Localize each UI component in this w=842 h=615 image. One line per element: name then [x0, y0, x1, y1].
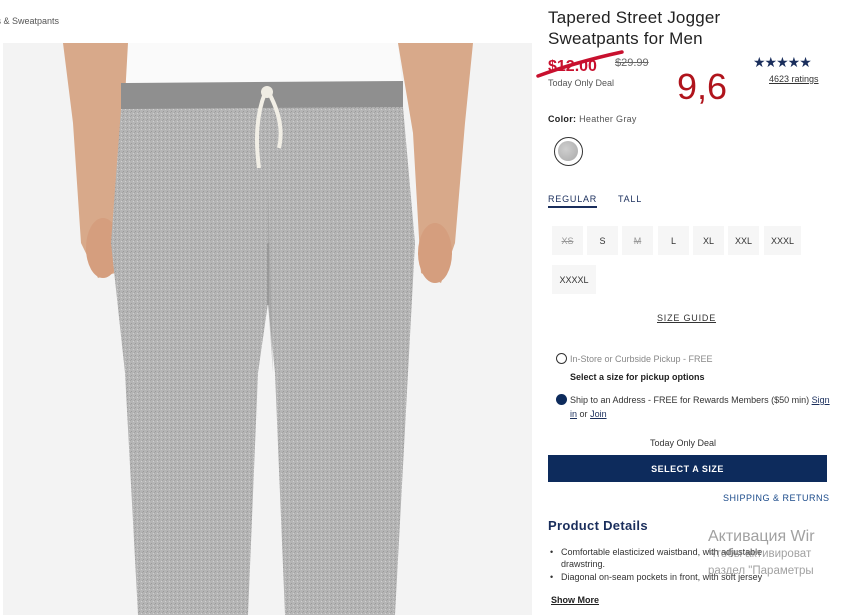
- size-button-xxxl[interactable]: XXXL: [764, 226, 801, 255]
- breadcrumb[interactable]: rts & Sweatpants: [0, 16, 59, 26]
- size-button-xxxxl[interactable]: XXXXL: [552, 265, 596, 294]
- handwritten-strike-mark: [536, 50, 624, 78]
- deal-label-center: Today Only Deal: [650, 438, 717, 448]
- windows-activation-watermark: Активация Wir Чтобы активироват раздел "…: [708, 528, 815, 580]
- activation-line-2: раздел "Параметры: [708, 565, 814, 577]
- pickup-option-label[interactable]: In-Store or Curbside Pickup - FREE: [570, 352, 713, 366]
- size-button-s[interactable]: S: [587, 226, 618, 255]
- rating-stars-icon[interactable]: ★★★★★: [753, 54, 812, 71]
- handwritten-annotation: 9,6: [677, 66, 728, 107]
- product-image[interactable]: [3, 43, 532, 615]
- select-size-button[interactable]: SELECT A SIZE: [548, 455, 827, 482]
- pickup-radio[interactable]: [556, 353, 567, 364]
- size-button-m[interactable]: M: [622, 226, 653, 255]
- size-button-xs[interactable]: XS: [552, 226, 583, 255]
- color-label: Color: Heather Gray: [548, 114, 637, 124]
- ratings-count-link[interactable]: 4623 ratings: [769, 74, 819, 84]
- ship-option-text: Ship to an Address - FREE for Rewards Me…: [570, 395, 810, 405]
- tab-regular[interactable]: REGULAR: [548, 194, 598, 208]
- or-text: or: [579, 409, 588, 419]
- tab-tall[interactable]: TALL: [618, 194, 642, 204]
- pickup-hint: Select a size for pickup options: [570, 372, 705, 382]
- activation-line-1: Чтобы активироват: [708, 548, 812, 560]
- size-button-xxl[interactable]: XXL: [728, 226, 759, 255]
- size-button-xl[interactable]: XL: [693, 226, 724, 255]
- color-swatch-heather-gray[interactable]: [554, 137, 583, 166]
- ship-option-label[interactable]: Ship to an Address - FREE for Rewards Me…: [570, 393, 830, 421]
- size-guide-link[interactable]: SIZE GUIDE: [657, 313, 716, 323]
- activation-title: Активация Wir: [708, 528, 815, 545]
- join-link[interactable]: Join: [590, 409, 607, 419]
- show-more-link[interactable]: Show More: [551, 595, 599, 605]
- product-details-heading: Product Details: [548, 518, 648, 533]
- ship-radio[interactable]: [556, 394, 567, 405]
- color-label-prefix: Color:: [548, 114, 577, 124]
- product-title: Tapered Street Jogger Sweatpants for Men: [548, 8, 721, 48]
- shipping-returns-link[interactable]: SHIPPING & RETURNS: [723, 493, 830, 503]
- deal-label: Today Only Deal: [548, 78, 615, 88]
- color-name: Heather Gray: [579, 114, 637, 124]
- size-button-l[interactable]: L: [658, 226, 689, 255]
